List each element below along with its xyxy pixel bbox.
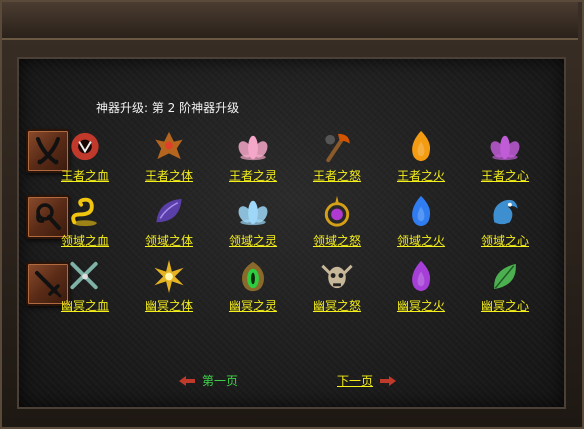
artifact-item[interactable]: 王者之血 xyxy=(50,128,120,184)
artifact-label[interactable]: 幽冥之体 xyxy=(145,297,193,314)
artifact-label[interactable]: 幽冥之火 xyxy=(397,297,445,314)
artifact-label[interactable]: 王者之血 xyxy=(61,167,109,184)
next-page-button[interactable]: 下一页 xyxy=(337,372,397,389)
first-page-button[interactable]: 第一页 xyxy=(178,372,238,389)
artifact-item[interactable]: 幽冥之心 xyxy=(470,258,540,314)
artifact-label[interactable]: 领域之体 xyxy=(145,232,193,249)
artifact-label[interactable]: 幽冥之心 xyxy=(481,297,529,314)
artifact-item[interactable]: 王者之心 xyxy=(470,128,540,184)
violet-lotus-icon xyxy=(490,135,520,161)
artifact-label[interactable]: 王者之怒 xyxy=(313,167,361,184)
artifact-item[interactable]: 领域之火 xyxy=(386,193,456,249)
artifact-item[interactable]: 幽冥之怒 xyxy=(302,258,372,314)
artifact-item[interactable]: 幽冥之火 xyxy=(386,258,456,314)
green-leaf-icon xyxy=(494,263,516,290)
artifact-label[interactable]: 王者之灵 xyxy=(229,167,277,184)
artifact-label[interactable]: 领域之火 xyxy=(397,232,445,249)
artifact-label[interactable]: 领域之灵 xyxy=(229,232,277,249)
twin-blades-icon xyxy=(70,261,98,290)
arrow-left-icon xyxy=(179,375,195,386)
artifact-item[interactable]: 王者之灵 xyxy=(218,128,288,184)
magenta-orb-ring-icon xyxy=(324,195,350,227)
artifact-label[interactable]: 领域之血 xyxy=(61,232,109,249)
artifact-item[interactable]: 领域之怒 xyxy=(302,193,372,249)
gold-starburst-icon xyxy=(154,259,184,294)
azure-dragon-icon xyxy=(493,199,518,225)
first-page-label: 第一页 xyxy=(202,374,239,388)
golden-serpent-icon xyxy=(71,197,97,227)
window-title-bar xyxy=(2,2,578,40)
artifact-item[interactable]: 幽冥之灵 xyxy=(218,258,288,314)
blue-lotus-icon xyxy=(238,200,268,226)
artifact-item[interactable]: 幽冥之血 xyxy=(50,258,120,314)
pink-lotus-icon xyxy=(238,135,268,161)
golden-flame-icon xyxy=(412,130,431,162)
artifact-label[interactable]: 幽冥之灵 xyxy=(229,297,277,314)
artifact-item[interactable]: 王者之火 xyxy=(386,128,456,184)
upgrade-heading: 神器升级: 第 2 阶神器升级 xyxy=(96,101,240,115)
arrow-right-icon xyxy=(380,375,397,386)
artifact-label[interactable]: 领域之怒 xyxy=(313,232,361,249)
blue-flame-icon xyxy=(412,195,431,227)
artifact-label[interactable]: 幽冥之血 xyxy=(61,297,109,314)
purple-crystal-flame-icon xyxy=(412,260,431,292)
artifact-label[interactable]: 王者之火 xyxy=(397,167,445,184)
artifact-label[interactable]: 领域之心 xyxy=(481,232,529,249)
purple-shell-icon xyxy=(156,198,182,223)
artifact-item[interactable]: 领域之血 xyxy=(50,193,120,249)
red-dark-orb-icon xyxy=(71,132,99,161)
spiked-crest-icon xyxy=(155,131,183,160)
artifact-label[interactable]: 王者之体 xyxy=(145,167,193,184)
artifact-label[interactable]: 幽冥之怒 xyxy=(313,297,361,314)
next-page-label: 下一页 xyxy=(337,374,374,388)
artifact-item[interactable]: 幽冥之体 xyxy=(134,258,204,314)
artifact-item[interactable]: 领域之心 xyxy=(470,193,540,249)
artifact-item[interactable]: 王者之怒 xyxy=(302,128,372,184)
battle-axe-icon xyxy=(325,133,350,163)
artifact-item[interactable]: 领域之体 xyxy=(134,193,204,249)
artifact-item[interactable]: 领域之灵 xyxy=(218,193,288,249)
artifact-label[interactable]: 王者之心 xyxy=(481,167,529,184)
artifact-item[interactable]: 王者之体 xyxy=(134,128,204,184)
green-eye-icon xyxy=(242,261,264,292)
horned-skull-icon xyxy=(321,264,353,289)
